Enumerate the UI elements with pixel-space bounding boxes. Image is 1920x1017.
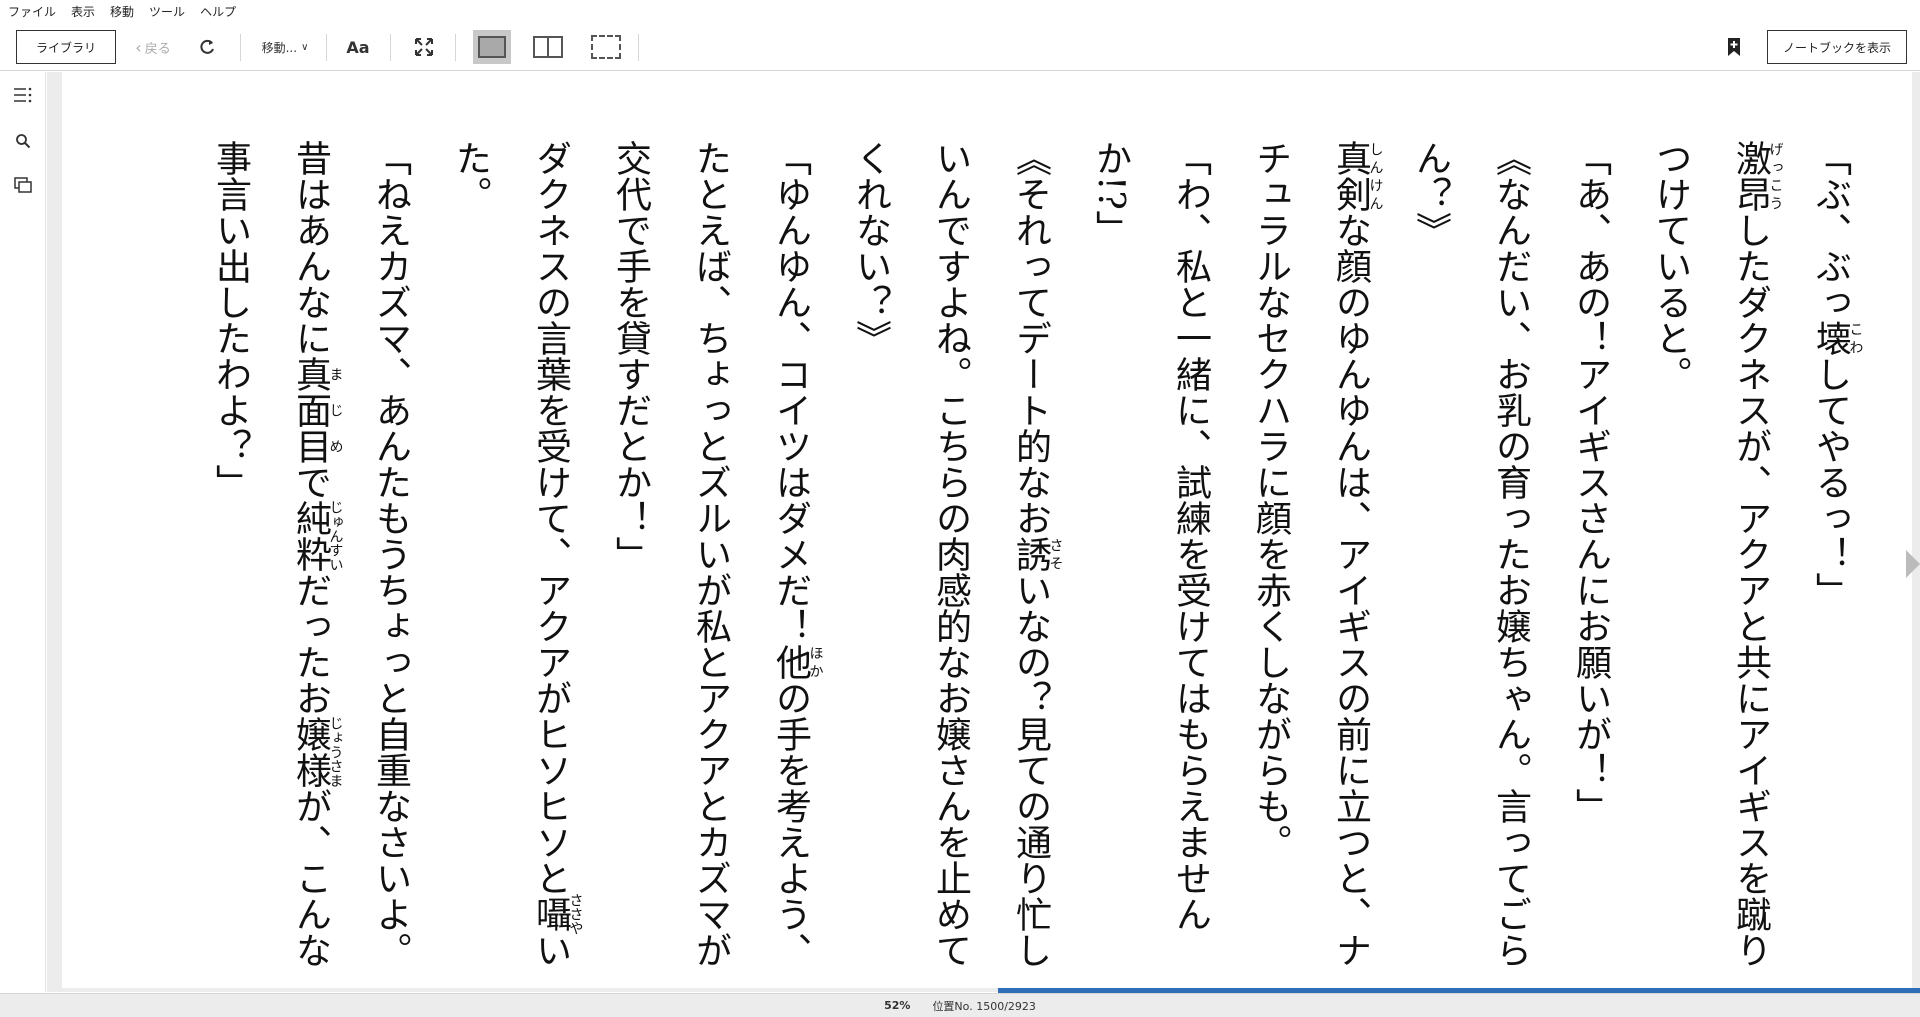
- book-paragraph: 「ねえカズマ、あんたもうちょっと自重なさいよ。昔はあんなに真面目まじめで純粋じゅ…: [210, 140, 411, 968]
- book-text[interactable]: 「ぶ、ぶっ壊こわしてやるっ！」 激昂げっこうしたダクネスが、アクアと共にアイギスを…: [100, 140, 1870, 980]
- next-page-arrow-icon[interactable]: [1906, 550, 1920, 578]
- double-page-view-icon: [533, 36, 563, 58]
- refresh-icon: [200, 39, 214, 54]
- goto-label: 移動...: [261, 40, 298, 55]
- fullscreen-button[interactable]: [409, 30, 439, 64]
- continuous-scroll-icon: [591, 35, 621, 59]
- book-paragraph: ダクネスの言葉を受けて、アクアがヒソヒソと囁ささやいた。: [450, 140, 584, 968]
- menu-go[interactable]: 移動: [110, 3, 143, 20]
- search-button[interactable]: [12, 130, 34, 152]
- book-paragraph: 《なんだい、お乳の育ったお嬢ちゃん。言ってごらん？》: [1410, 140, 1531, 968]
- search-icon: [16, 134, 31, 149]
- toolbar-separator: [326, 34, 327, 61]
- menu-help[interactable]: ヘルプ: [200, 3, 245, 20]
- left-sidebar: [0, 72, 46, 992]
- double-page-view-button[interactable]: [530, 30, 566, 64]
- status-bar: 52% 位置No. 1500/2923: [0, 993, 1920, 1017]
- chevron-left-icon: ‹: [135, 37, 142, 57]
- flashcards-button[interactable]: [12, 174, 34, 196]
- refresh-button[interactable]: [192, 30, 222, 64]
- library-button[interactable]: ライブラリ: [16, 30, 116, 64]
- book-paragraph: 「あ、あの！アイギスさんにお願いが！」: [1570, 140, 1611, 824]
- single-page-view-button[interactable]: [473, 30, 511, 64]
- book-paragraph: 「ゆんゆん、コイツはダメだ！他ほかの手を考えよう、たとえば、ちょっとズルいが私と…: [610, 140, 824, 968]
- show-notebook-button[interactable]: ノートブックを表示: [1767, 30, 1907, 64]
- chevron-down-icon: ∨: [301, 41, 309, 53]
- bookmark-button[interactable]: [1722, 30, 1746, 64]
- toolbar-separator: [240, 34, 241, 61]
- back-button[interactable]: ‹ 戻る: [128, 30, 178, 64]
- back-label: 戻る: [144, 41, 171, 57]
- location-number: 位置No. 1500/2923: [932, 999, 1036, 1013]
- menu-view[interactable]: 表示: [71, 3, 104, 20]
- toc-icon: [14, 87, 32, 103]
- toolbar-separator: [390, 34, 391, 61]
- menu-tools[interactable]: ツール: [149, 3, 194, 20]
- fullscreen-icon: [415, 38, 433, 56]
- book-paragraph: 激昂げっこうしたダクネスが、アクアと共にアイギスを蹴りつけていると。: [1650, 140, 1784, 968]
- single-page-view-icon: [478, 36, 506, 58]
- continuous-scroll-button[interactable]: [588, 30, 624, 64]
- menu-bar: ファイル 表示 移動 ツール ヘルプ: [0, 0, 1920, 22]
- menu-file[interactable]: ファイル: [8, 3, 65, 20]
- font-settings-button[interactable]: Aa: [344, 30, 372, 64]
- toolbar-separator: [638, 34, 639, 61]
- book-paragraph: 「わ、私と一緒に、試練を受けてはもらえませんか!?」: [1090, 140, 1211, 932]
- toolbar-separator: [455, 34, 456, 61]
- progress-percent: 52%: [884, 999, 911, 1012]
- book-paragraph: 「ぶ、ぶっ壊こわしてやるっ！」: [1810, 140, 1864, 608]
- book-paragraph: 真剣しんけんな顔のゆんゆんは、アイギスの前に立つと、ナチュラルなセクハラに顔を赤…: [1250, 140, 1384, 968]
- goto-dropdown[interactable]: 移動... ∨: [252, 30, 318, 64]
- toolbar: ライブラリ ‹ 戻る 移動... ∨ Aa ノートブックを表示: [0, 22, 1920, 71]
- toc-button[interactable]: [12, 84, 34, 106]
- bookmark-add-icon: [1728, 38, 1740, 56]
- kindle-reader-window: ファイル 表示 移動 ツール ヘルプ ライブラリ ‹ 戻る 移動... ∨ Aa: [0, 0, 1920, 1017]
- flashcards-icon: [14, 177, 32, 193]
- book-paragraph: 《それってデート的なお誘さそいなの？見ての通り忙しいんですよね。こちらの肉感的な…: [850, 140, 1064, 968]
